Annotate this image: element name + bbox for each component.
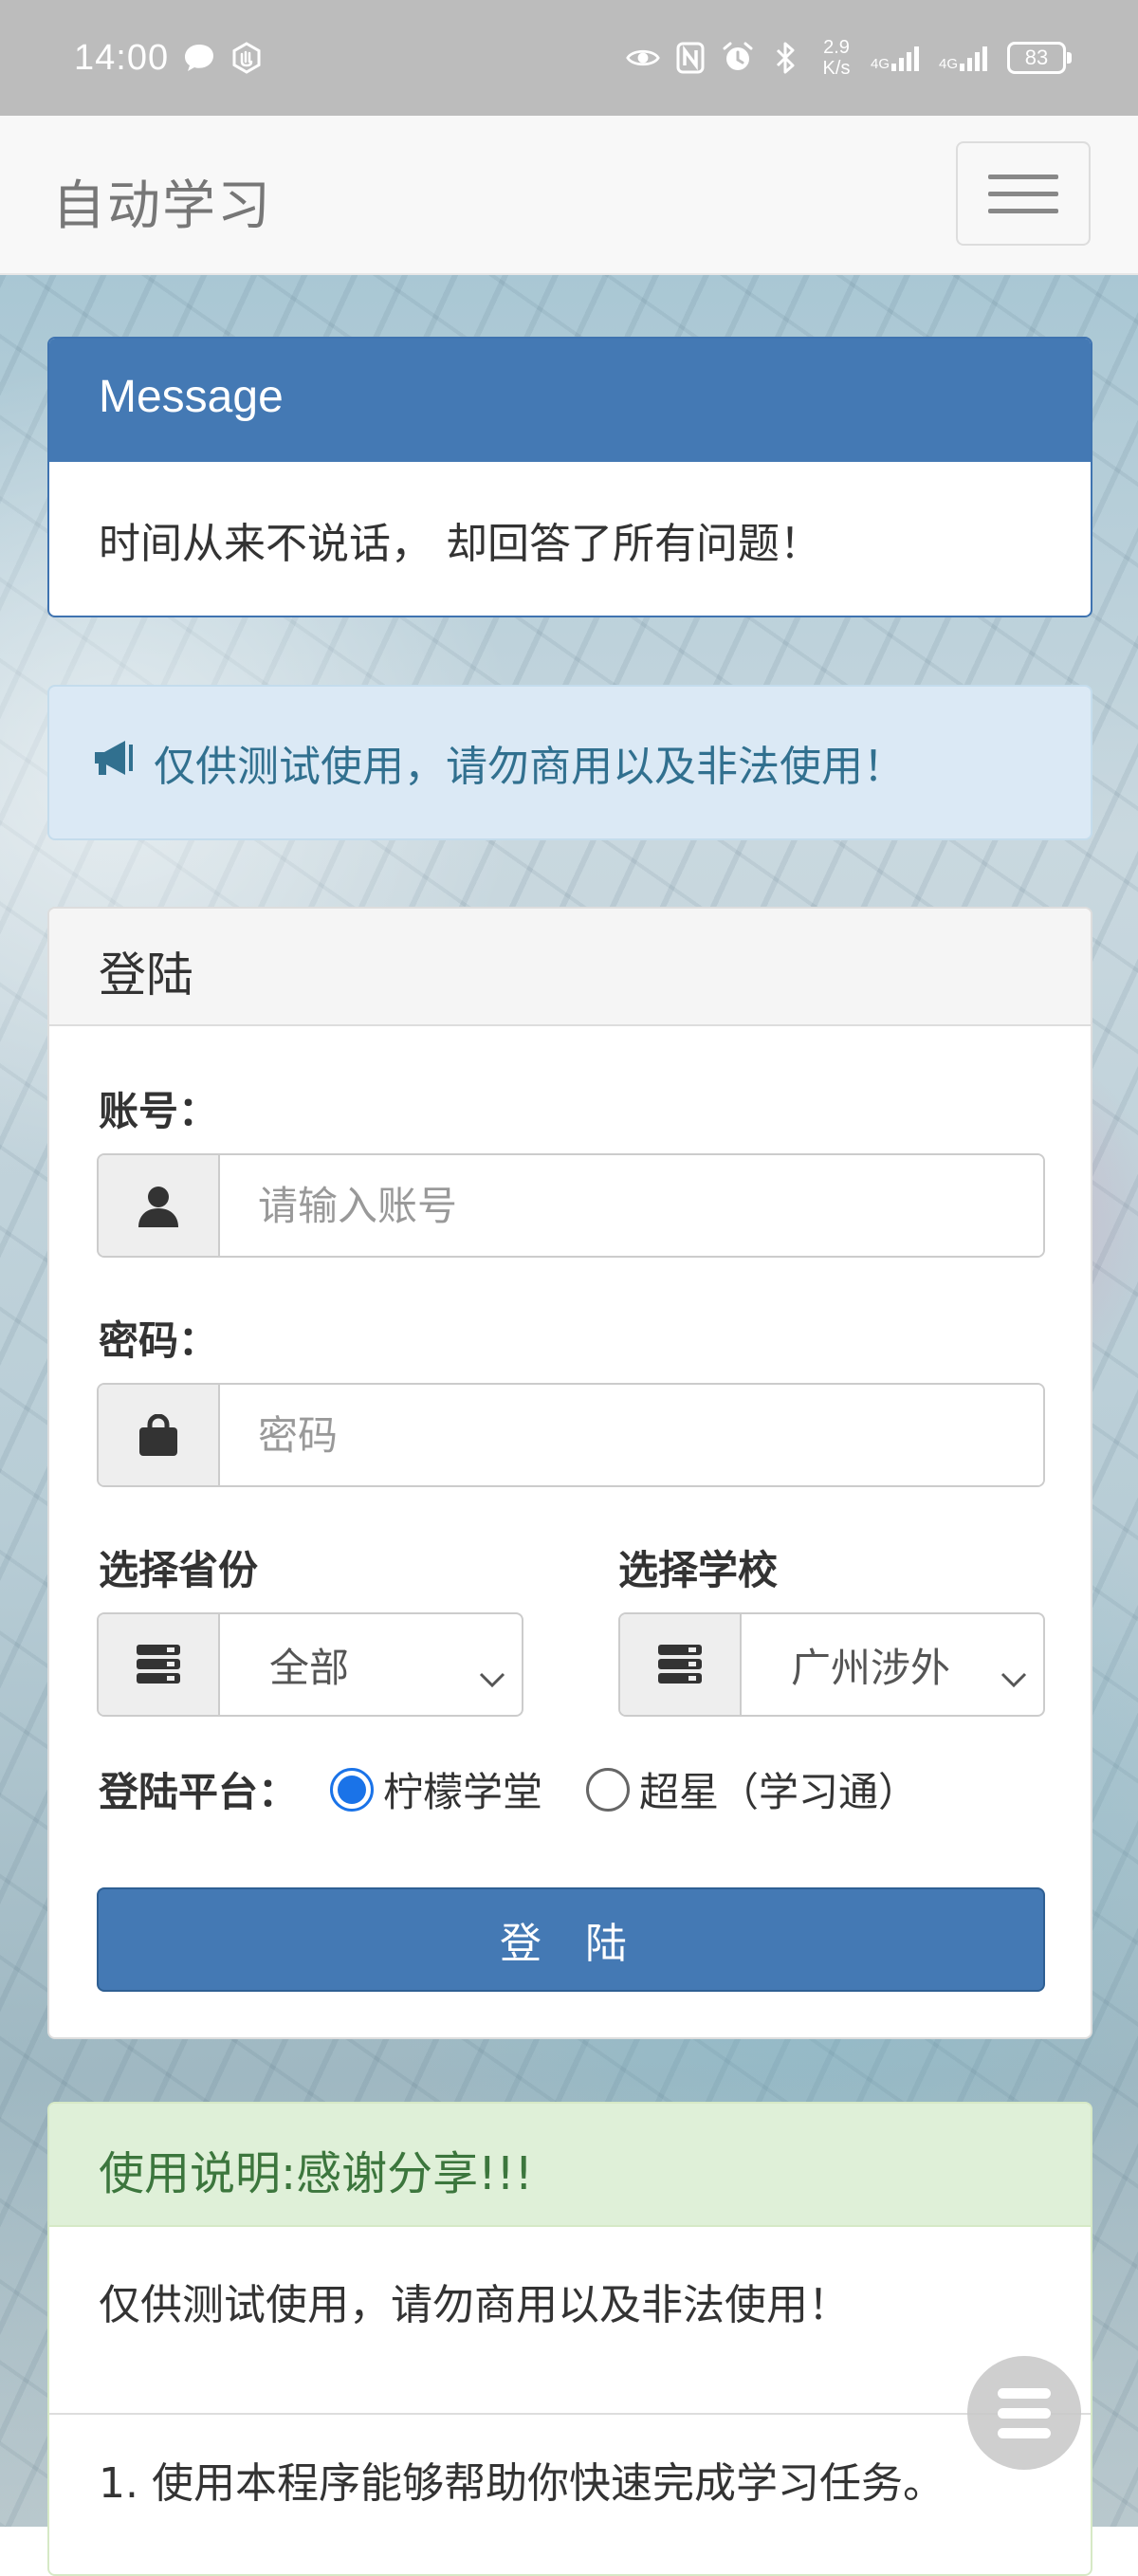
platform-radio-lemon[interactable] [330, 1767, 375, 1812]
server-list-icon [620, 1614, 742, 1715]
school-label: 选择学校 [618, 1547, 779, 1593]
account-label: 账号： [99, 1088, 219, 1134]
province-select-value: 全部 [269, 1644, 350, 1691]
divider [49, 2413, 1091, 2415]
province-select[interactable]: 全部 [97, 1612, 523, 1717]
bullhorn-icon [93, 739, 140, 787]
hamburger-line [988, 208, 1058, 213]
usage-panel: 使用说明:感谢分享!!! 仅供测试使用，请勿商用以及非法使用！ 1. 使用本程序… [47, 2102, 1092, 2576]
battery-icon: 83 [1007, 42, 1072, 74]
status-bar-right: 2.9 K/s 4G 4G 83 [626, 37, 1072, 79]
province-label: 选择省份 [99, 1547, 259, 1593]
message-bubble-icon [182, 41, 216, 75]
school-select-value: 广州涉外 [791, 1644, 951, 1691]
network-type-2: 4G [939, 56, 959, 72]
account-input-group [97, 1153, 1045, 1258]
platform-radio-group: 登陆平台： 柠檬学堂 超星（学习通） [99, 1760, 962, 1818]
account-input[interactable] [220, 1155, 1043, 1256]
signal-strength-2: 4G [939, 45, 994, 71]
hamburger-line [988, 174, 1058, 179]
status-bar-left: 14:00 [74, 38, 264, 79]
usage-list-item: 1. 使用本程序能够帮助你快速完成学习任务。 [99, 2459, 945, 2508]
alarm-icon [721, 41, 755, 75]
message-panel: Message 时间从来不说话， 却回答了所有问题！ [47, 337, 1092, 617]
password-input-group [97, 1383, 1045, 1487]
navbar-toggle-button[interactable] [956, 141, 1091, 246]
bluetooth-icon [768, 41, 802, 75]
notice-alert: 仅供测试使用，请勿商用以及非法使用！ [47, 685, 1092, 840]
lock-icon [99, 1385, 220, 1485]
user-icon [99, 1155, 220, 1256]
login-button[interactable]: 登 陆 [97, 1887, 1045, 1992]
message-panel-title: Message [49, 339, 1091, 462]
login-panel-title: 登陆 [49, 909, 1091, 1026]
signal-strength-1: 4G [871, 45, 926, 71]
nfc-icon [673, 41, 707, 75]
platform-option-chaoxing[interactable]: 超星（学习通） [639, 1760, 918, 1818]
province-select-value-box[interactable]: 全部 [220, 1614, 522, 1715]
network-type-1: 4G [871, 56, 890, 72]
eye-icon [626, 41, 660, 75]
chevron-down-icon [1000, 1652, 1028, 1699]
chevron-down-icon [478, 1652, 506, 1699]
platform-label: 登陆平台： [99, 1769, 299, 1815]
platform-radio-chaoxing[interactable] [586, 1767, 631, 1812]
network-speed: 2.9 K/s [816, 37, 857, 79]
navbar-brand[interactable]: 自动学习 [52, 163, 272, 240]
speed-value: 2.9 [823, 37, 850, 58]
menu-line [998, 2407, 1051, 2419]
floating-menu-button[interactable] [967, 2356, 1081, 2470]
login-panel: 登陆 账号： 密码： 选择省份 全部 选择学校 广州涉外 [47, 907, 1092, 2039]
usage-panel-line: 仅供测试使用，请勿商用以及非法使用！ [99, 2281, 850, 2329]
status-time: 14:00 [74, 37, 170, 78]
message-panel-body: 时间从来不说话， 却回答了所有问题！ [99, 520, 821, 568]
menu-line [998, 2427, 1051, 2438]
battery-level: 83 [1024, 46, 1049, 69]
platform-option-lemon[interactable]: 柠檬学堂 [383, 1760, 542, 1818]
navbar: 自动学习 [0, 116, 1138, 275]
status-bar: 14:00 2.9 K/s 4G 4G 83 [0, 0, 1138, 116]
password-input[interactable] [220, 1385, 1043, 1485]
hand-stop-icon [229, 41, 264, 75]
notice-text: 仅供测试使用，请勿商用以及非法使用！ [154, 743, 905, 791]
password-label: 密码： [99, 1317, 219, 1364]
hamburger-line [988, 191, 1058, 196]
server-list-icon [99, 1614, 220, 1715]
speed-unit: K/s [822, 58, 851, 79]
school-select[interactable]: 广州涉外 [618, 1612, 1045, 1717]
school-select-value-box[interactable]: 广州涉外 [742, 1614, 1043, 1715]
usage-panel-title: 使用说明:感谢分享!!! [49, 2104, 1091, 2227]
menu-line [998, 2387, 1051, 2399]
